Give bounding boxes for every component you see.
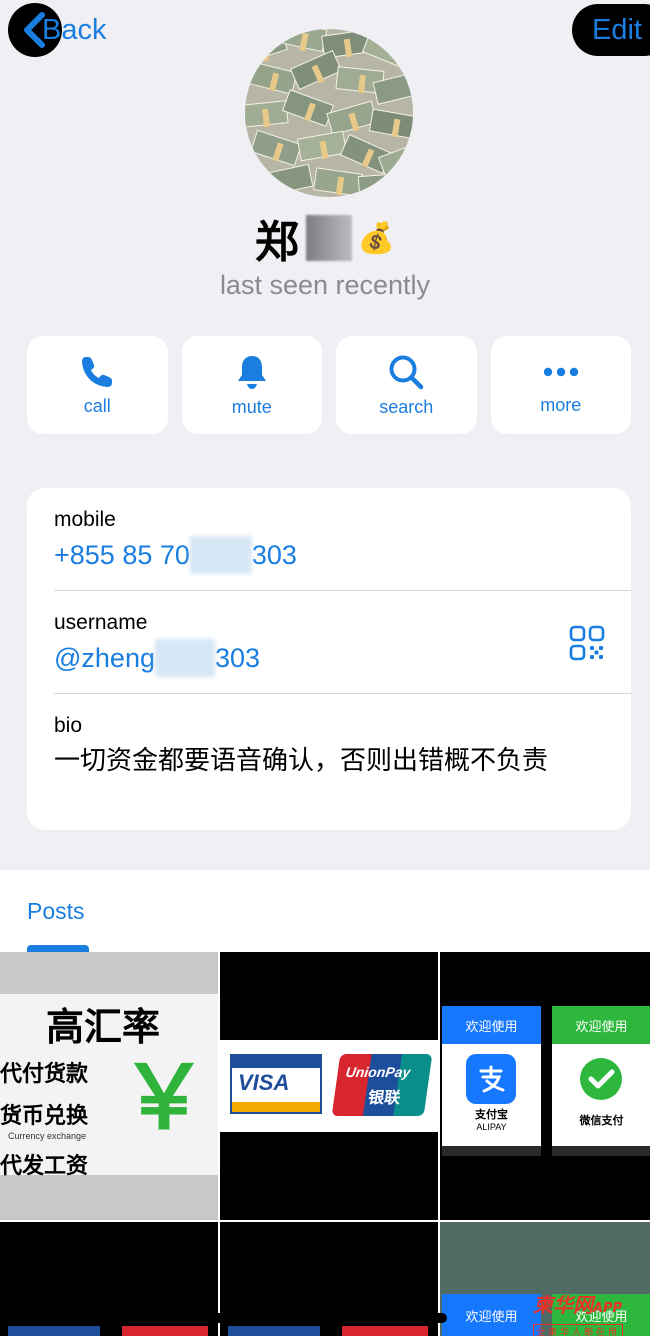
back-button[interactable]: Back xyxy=(8,3,107,57)
watermark-sub: 全柬华人都在用 xyxy=(533,1324,624,1336)
rate-line: 代发工资 xyxy=(0,1154,89,1179)
phone-icon xyxy=(82,356,113,387)
welcome-header: 欢迎使用 xyxy=(552,1006,650,1044)
media-grid: 高汇率 ￥ 代付货款 货币兑换 Currency exchange 代发工资 V… xyxy=(0,952,650,1336)
visa-logo: VISA xyxy=(230,1054,322,1114)
ellipsis-icon xyxy=(543,367,578,376)
wechat-pay-icon xyxy=(576,1054,626,1104)
last-seen-status: last seen recently xyxy=(219,270,431,300)
media-thumbnail[interactable]: 欢迎使用 支付宝 ALIPAY 欢迎使用 微信支付 xyxy=(440,952,650,1220)
alipay-sub: ALIPAY xyxy=(476,1122,507,1132)
more-button[interactable]: more xyxy=(490,336,631,434)
info-card: mobile +855 85 70 303 username @zheng 30… xyxy=(27,488,631,830)
yuan-symbol: ￥ xyxy=(120,1046,209,1149)
media-thumbnail[interactable]: VISA UnionPay 银联 xyxy=(220,952,438,1220)
unionpay-cn-text: 银联 xyxy=(366,1088,402,1107)
username-row[interactable]: username @zheng 303 xyxy=(54,611,631,694)
mobile-row[interactable]: mobile +855 85 70 303 xyxy=(54,508,631,591)
unionpay-logo: UnionPay 银联 xyxy=(331,1054,433,1116)
search-icon xyxy=(389,355,424,389)
username-value-start: @zheng xyxy=(54,642,155,673)
mobile-value-end: 303 xyxy=(251,539,297,570)
tab-indicator xyxy=(27,945,89,952)
wechat-name: 微信支付 xyxy=(579,1114,624,1127)
wechat-panel: 欢迎使用 微信支付 xyxy=(552,1006,650,1146)
mute-label: mute xyxy=(231,396,272,417)
posts-tab-bar: Posts xyxy=(0,870,650,952)
search-button[interactable]: search xyxy=(336,336,477,434)
action-bar: call mute search more xyxy=(27,336,631,434)
alipay-name: 支付宝 xyxy=(475,1108,508,1121)
bell-icon xyxy=(237,355,266,389)
tab-posts[interactable]: Posts xyxy=(27,898,85,925)
money-bag-emoji: 💰 xyxy=(357,220,396,256)
search-label: search xyxy=(379,396,434,417)
username-redacted xyxy=(154,639,215,677)
divider xyxy=(54,590,631,591)
watermark-app: APP xyxy=(593,1301,623,1316)
mobile-value-start: +855 85 70 xyxy=(54,539,190,570)
rate-title: 高汇率 xyxy=(46,1005,161,1049)
visa-text: VISA xyxy=(238,1070,290,1095)
call-button[interactable]: call xyxy=(27,336,168,434)
bio-label: bio xyxy=(54,714,83,737)
qr-code-icon[interactable] xyxy=(569,625,605,661)
more-label: more xyxy=(540,394,582,415)
welcome-header: 欢迎使用 xyxy=(442,1006,541,1044)
alipay-icon xyxy=(466,1054,516,1104)
watermark-main: 柬华网 xyxy=(533,1293,593,1317)
username-value[interactable]: @zheng 303 xyxy=(54,639,631,677)
unionpay-text: UnionPay xyxy=(344,1064,412,1080)
profile-name: 郑 💰 xyxy=(0,208,650,268)
username-label: username xyxy=(54,611,148,634)
bio-text: 一切资金都要语音确认，否则出错概不负责 xyxy=(54,746,549,776)
money-stacks-avatar xyxy=(245,29,413,197)
avatar[interactable] xyxy=(245,29,413,197)
name-redacted xyxy=(305,215,352,261)
media-thumbnail[interactable]: 高汇率 ￥ 代付货款 货币兑换 Currency exchange 代发工资 xyxy=(0,952,218,1220)
watermark-logo: 柬华网APP 全柬华人都在用 xyxy=(533,1293,645,1336)
divider xyxy=(54,693,631,694)
home-indicator[interactable] xyxy=(212,1313,447,1323)
mute-button[interactable]: mute xyxy=(181,336,322,434)
media-thumbnail[interactable] xyxy=(0,1222,218,1336)
alipay-panel: 欢迎使用 支付宝 ALIPAY xyxy=(442,1006,541,1146)
name-text: 郑 xyxy=(254,217,300,268)
call-label: call xyxy=(83,395,111,416)
back-label: Back xyxy=(42,13,107,46)
welcome-header: 欢迎使用 xyxy=(442,1294,541,1336)
username-value-end: 303 xyxy=(214,642,261,673)
rate-line: 货币兑换 xyxy=(0,1104,89,1129)
mobile-value[interactable]: +855 85 70 303 xyxy=(54,536,631,574)
bio-row: bio 一切资金都要语音确认，否则出错概不负责 xyxy=(54,714,631,780)
rate-caption: Currency exchange xyxy=(8,1131,87,1141)
rate-line: 代付货款 xyxy=(0,1062,89,1087)
mobile-redacted xyxy=(189,536,252,574)
mobile-label: mobile xyxy=(54,508,116,531)
edit-button[interactable]: Edit xyxy=(572,4,650,56)
